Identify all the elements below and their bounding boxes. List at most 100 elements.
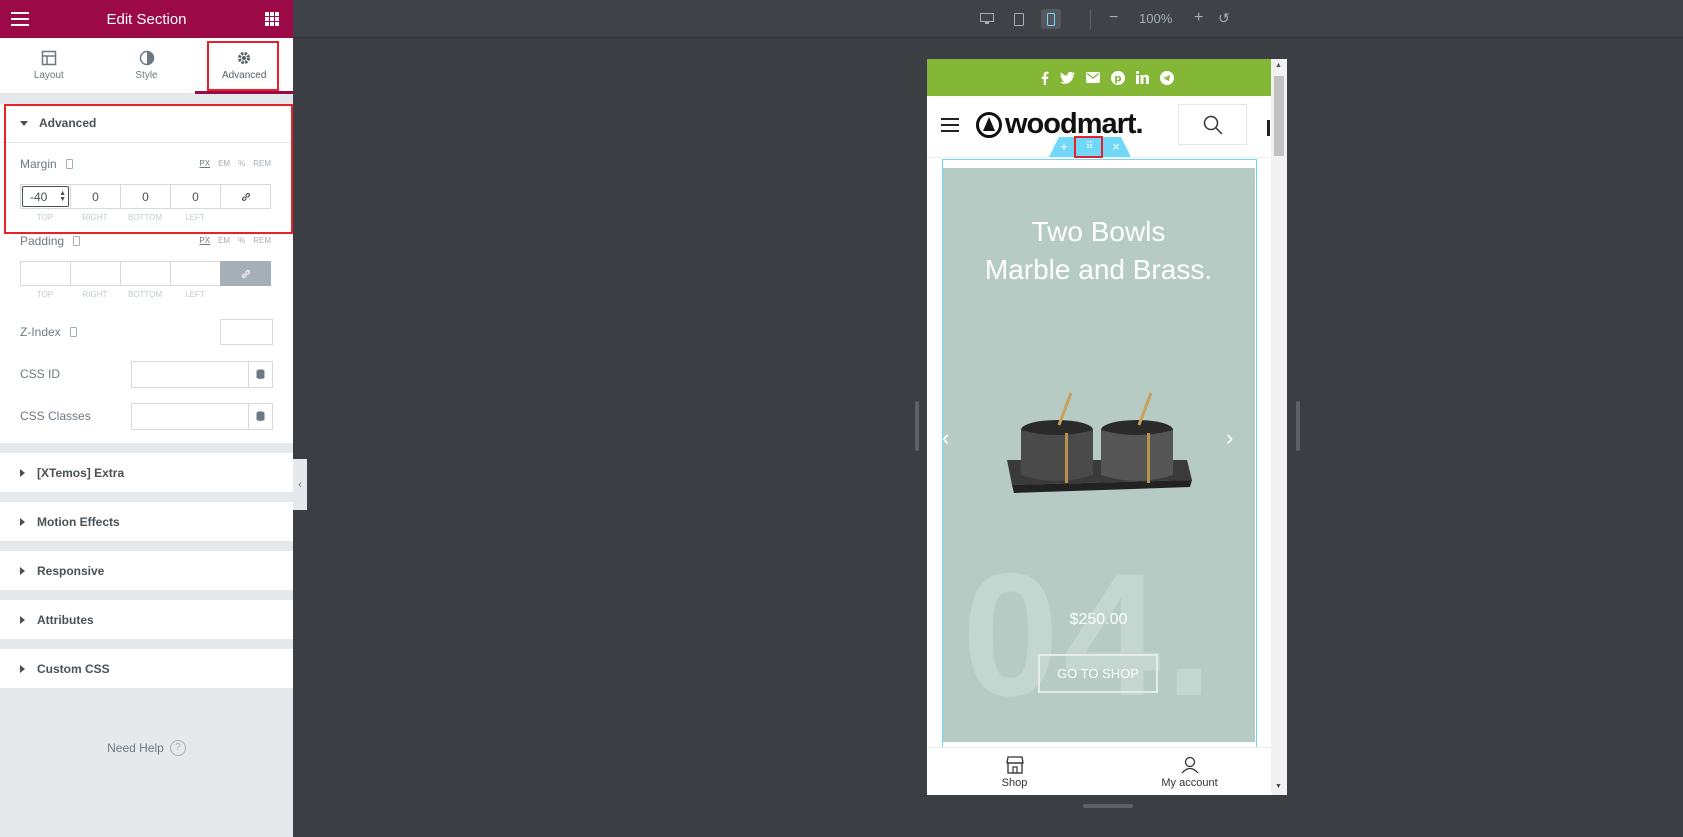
css-classes-control: CSS Classes: [0, 395, 293, 443]
tab-style-label: Style: [135, 70, 158, 81]
section-motion-effects[interactable]: Motion Effects: [0, 502, 293, 541]
advanced-section-header[interactable]: Advanced: [0, 104, 293, 143]
twitter-icon[interactable]: [1059, 71, 1075, 84]
zoom-level: 100%: [1139, 11, 1173, 26]
tab-layout-label: Layout: [33, 70, 64, 81]
telegram-icon[interactable]: [1159, 70, 1174, 85]
padding-link-button[interactable]: [220, 261, 271, 286]
z-index-input[interactable]: [220, 319, 273, 345]
mobile-icon[interactable]: [1041, 9, 1061, 29]
unit-em[interactable]: EM: [218, 236, 230, 245]
editor-panel: Edit Section Layout Style Advanced Advan…: [0, 0, 293, 837]
tab-advanced[interactable]: Advanced: [195, 38, 293, 94]
bottom-nav-account[interactable]: My account: [1102, 748, 1277, 795]
section-handle: + ⠿ ×: [1049, 136, 1131, 158]
link-icon: [241, 269, 250, 278]
logo-mark-icon: [976, 111, 1002, 138]
css-id-control: CSS ID: [0, 353, 293, 395]
dynamic-tags-icon[interactable]: [249, 402, 273, 430]
margin-bottom-input[interactable]: 0: [120, 184, 170, 209]
resize-handle-left[interactable]: [915, 401, 919, 451]
pinterest-icon[interactable]: p: [1110, 70, 1125, 85]
layout-icon: [41, 50, 57, 66]
dynamic-tags-icon[interactable]: [249, 360, 273, 388]
z-index-control: Z-Index: [0, 311, 293, 353]
responsive-device-icon[interactable]: [65, 159, 73, 169]
padding-units: PX EM % REM: [199, 236, 271, 245]
advanced-heading: Advanced: [39, 116, 97, 130]
link-icon: [241, 192, 250, 201]
zoom-in-icon[interactable]: +: [1194, 9, 1203, 27]
unit-rem[interactable]: REM: [253, 159, 271, 168]
email-icon[interactable]: [1085, 72, 1100, 83]
margin-link-button[interactable]: [220, 184, 271, 209]
section-xtemos-extra[interactable]: [XTemos] Extra: [0, 453, 293, 492]
search-icon: [1203, 115, 1223, 135]
facebook-icon[interactable]: [1041, 71, 1049, 85]
unit-rem[interactable]: REM: [253, 236, 271, 245]
desktop-icon[interactable]: [977, 9, 997, 29]
svg-text:p: p: [1114, 73, 1121, 84]
z-index-label: Z-Index: [20, 325, 61, 339]
margin-label: Margin: [20, 157, 57, 171]
tab-style[interactable]: Style: [98, 38, 196, 93]
section-custom-css[interactable]: Custom CSS: [0, 649, 293, 688]
margin-top-input[interactable]: -40 ▲ ▼: [20, 184, 70, 209]
bottom-nav-shop[interactable]: Shop: [927, 748, 1102, 795]
resize-handle-bottom[interactable]: [1083, 804, 1133, 808]
panel-tabs: Layout Style Advanced: [0, 38, 293, 94]
linkedin-icon[interactable]: [1135, 71, 1149, 84]
slide-title: Two Bowls Marble and Brass.: [984, 216, 1213, 285]
css-id-input[interactable]: [131, 360, 249, 388]
spinner-icon[interactable]: ▲ ▼: [59, 190, 66, 203]
slide-number: 04.: [962, 538, 1218, 733]
unit-em[interactable]: EM: [218, 159, 230, 168]
mobile-menu-icon[interactable]: [941, 118, 959, 136]
resize-handle-right[interactable]: [1296, 401, 1300, 451]
style-icon: [139, 50, 154, 66]
zoom-out-icon[interactable]: −: [1109, 9, 1118, 27]
unit-percent[interactable]: %: [238, 236, 245, 245]
widgets-grid-icon[interactable]: [265, 12, 279, 26]
unit-px[interactable]: PX: [199, 236, 210, 245]
caret-right-icon: [20, 517, 25, 526]
slide-price: $250.00: [1069, 611, 1128, 628]
social-bar: p: [927, 59, 1287, 96]
section-attributes[interactable]: Attributes: [0, 600, 293, 639]
padding-left-input[interactable]: [170, 261, 220, 286]
css-classes-input[interactable]: [131, 402, 249, 430]
hero-slide: 04. Two Bowls Marble and Brass. ‹ › $250…: [942, 160, 1255, 742]
go-to-shop-button[interactable]: GO TO SHOP: [1038, 654, 1158, 693]
caret-down-icon: [20, 120, 28, 126]
margin-left-input[interactable]: 0: [170, 184, 220, 209]
tab-layout[interactable]: Layout: [0, 38, 98, 93]
padding-right-input[interactable]: [70, 261, 120, 286]
scroll-up-icon[interactable]: ▲: [1275, 62, 1282, 69]
user-icon: [1181, 756, 1198, 774]
section-responsive[interactable]: Responsive: [0, 551, 293, 590]
caret-right-icon: [20, 468, 25, 477]
caret-right-icon: [20, 615, 25, 624]
tablet-icon[interactable]: [1009, 9, 1029, 29]
menu-icon[interactable]: [11, 12, 29, 26]
slider-next-arrow-icon[interactable]: ›: [1226, 425, 1233, 451]
responsive-device-icon[interactable]: [69, 327, 77, 337]
css-classes-label: CSS Classes: [20, 409, 91, 423]
unit-px[interactable]: PX: [199, 159, 210, 168]
preview-scrollbar[interactable]: ▲ ▼: [1271, 59, 1287, 795]
padding-top-input[interactable]: [20, 261, 70, 286]
responsive-device-icon[interactable]: [73, 236, 81, 246]
need-help-link[interactable]: Need Help ?: [0, 740, 293, 756]
caret-right-icon: [20, 566, 25, 575]
slider-prev-arrow-icon[interactable]: ‹: [942, 425, 949, 451]
unit-percent[interactable]: %: [238, 159, 245, 168]
delete-section-icon[interactable]: ×: [1105, 138, 1127, 156]
scrollbar-thumb[interactable]: [1274, 76, 1284, 156]
scroll-down-icon[interactable]: ▼: [1275, 783, 1282, 790]
margin-right-input[interactable]: 0: [70, 184, 120, 209]
add-section-icon[interactable]: +: [1053, 138, 1075, 156]
reset-zoom-icon[interactable]: ↺: [1218, 10, 1230, 27]
padding-bottom-input[interactable]: [120, 261, 170, 286]
search-button[interactable]: [1178, 104, 1247, 145]
collapse-panel-button[interactable]: ‹: [293, 459, 307, 510]
